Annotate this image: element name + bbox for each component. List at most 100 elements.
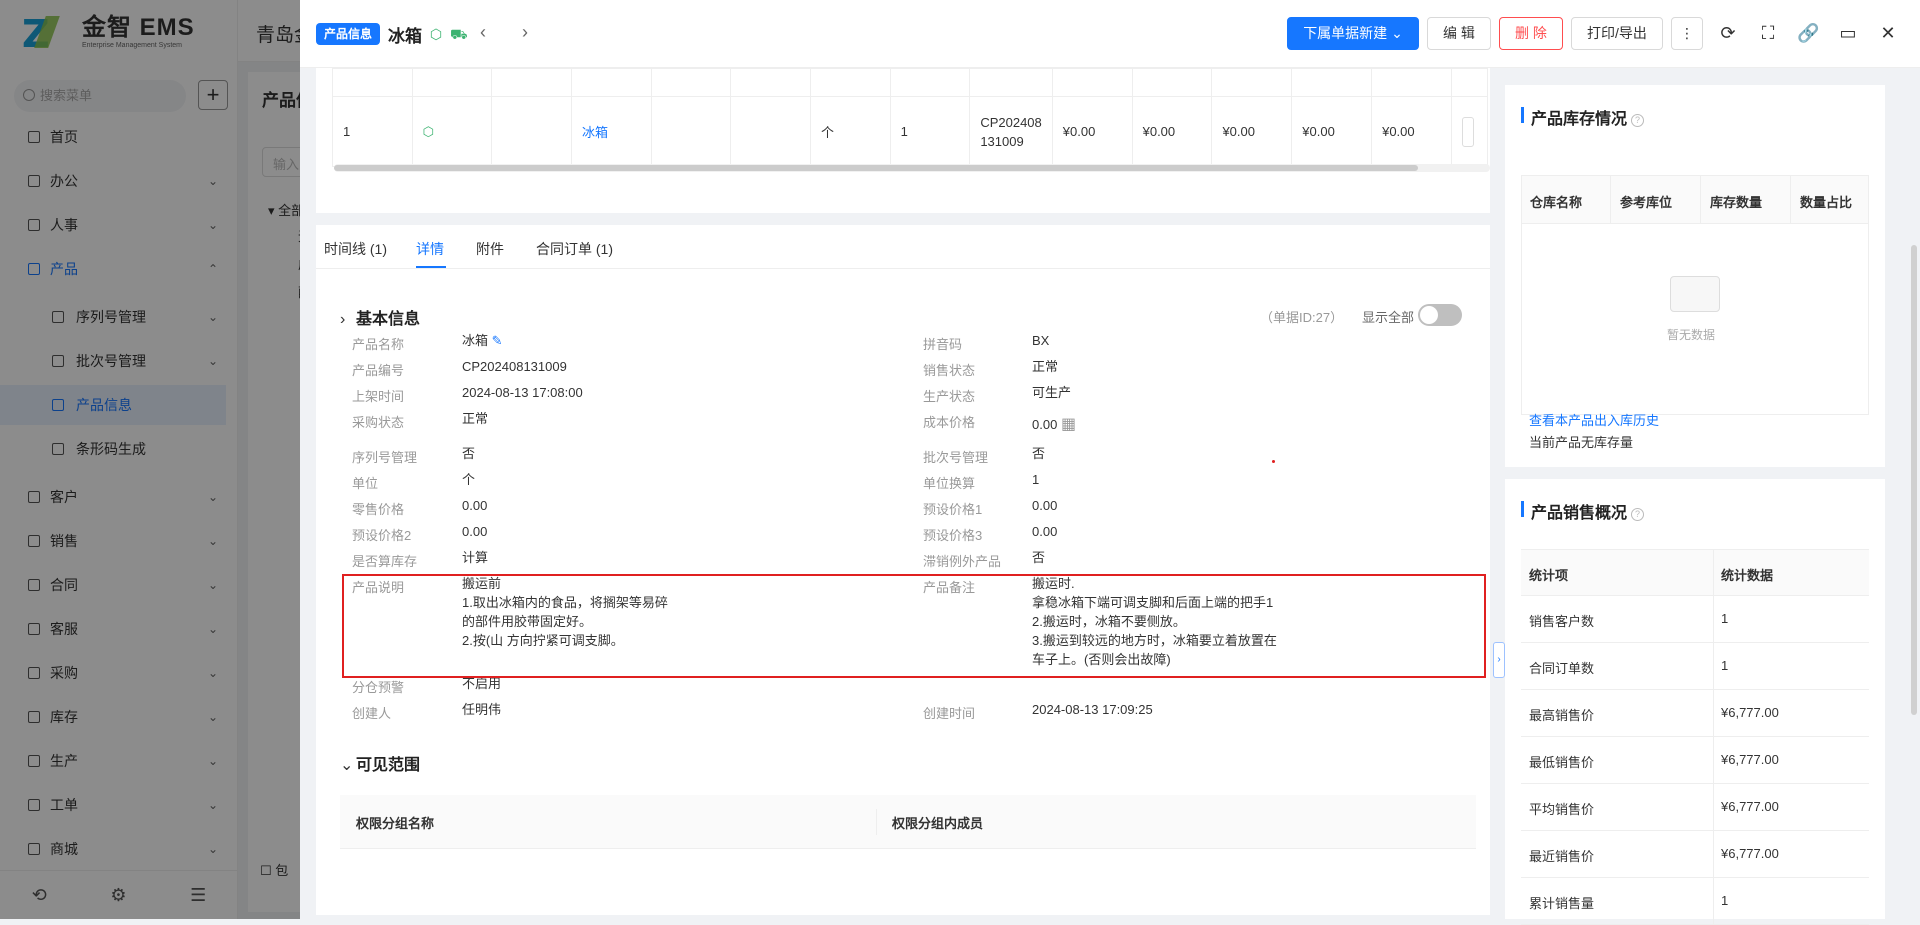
retail-price-value: 0.00 [462, 498, 488, 513]
toggle-knob [1420, 306, 1438, 324]
show-all-toggle[interactable] [1418, 304, 1462, 326]
inventory-history-link[interactable]: 查看本产品出入库历史 [1529, 410, 1659, 429]
field-label: 上架时间 [352, 389, 405, 404]
sales-title: 产品销售概况? [1521, 499, 1645, 523]
field-label: 单位 [352, 476, 379, 491]
unit-conversion-value: 1 [1032, 472, 1040, 487]
field-label: 是否算库存 [352, 554, 418, 569]
cube-icon: ⬡ [411, 96, 493, 167]
more-vertical-icon: ⋮ [1680, 25, 1694, 41]
product-name-value: 冰箱 ✎ [462, 333, 503, 348]
scrollbar-thumb[interactable] [334, 165, 1418, 171]
close-icon[interactable]: ✕ [1877, 22, 1899, 44]
price-cell: ¥0.00 [1371, 96, 1452, 167]
batch-mgmt-value: 否 [1032, 446, 1046, 461]
price-cell: ¥0.00 [1291, 96, 1373, 167]
field-label: 零售价格 [352, 502, 405, 517]
empty-inbox-icon [1670, 276, 1720, 312]
field-label: 批次号管理 [923, 450, 989, 465]
sales-overview-card: 产品销售概况? 统计项 统计数据 销售客户数 1 合同订单数 1 最高销售价 ¥6,7… [1505, 479, 1885, 925]
edit-button[interactable]: 编 辑 [1427, 17, 1491, 50]
help-icon[interactable]: ? [1631, 114, 1645, 127]
price-cell: ¥0.00 [1051, 96, 1133, 167]
chevron-down-icon: ⌄ [1391, 25, 1403, 41]
row-index: 1 [332, 96, 413, 167]
product-code-value: CP202408131009 [462, 359, 567, 374]
detail-card: 时间线 (1) 详情 附件 合同订单 (1) › 基本信息 （单据ID:27） 显… [316, 225, 1490, 915]
horizontal-scrollbar[interactable] [334, 164, 1490, 172]
inventory-card: 产品库存情况? 仓库名称 参考库位 库存数量 数量占比 暂无数据 查看本产品出入… [1505, 85, 1885, 467]
prev-arrow-icon[interactable]: ‹ [480, 22, 486, 43]
drawer-header: 产品信息 冰箱 ⬡ ⛟ ‹ › 下属单据新建 ⌄ 编 辑 删 除 打印/导出 ⋮… [300, 0, 1920, 68]
collapse-side-panel-tab[interactable]: › [1493, 642, 1505, 678]
fullscreen-icon[interactable]: ⛶ [1757, 22, 1779, 44]
doc-type-tag: 产品信息 [316, 23, 381, 45]
chevron-right-icon: › [340, 311, 346, 328]
serial-mgmt-value: 否 [462, 446, 476, 461]
col-stat-item: 统计项 [1529, 568, 1569, 583]
preset-price1-value: 0.00 [1032, 498, 1058, 513]
table-row[interactable]: 1 ⬡ 冰箱 个 1 CP202408 131009 ¥0.00 ¥0.00 ¥0… [332, 96, 1489, 167]
page-title: 冰箱 [388, 27, 422, 46]
scrollbar-thumb[interactable] [1911, 245, 1917, 715]
next-arrow-icon[interactable]: › [522, 22, 528, 43]
product-name-link[interactable]: 冰箱 [571, 96, 652, 167]
calculator-icon[interactable]: ▦ [1061, 416, 1076, 433]
col-warehouse: 仓库名称 [1530, 195, 1583, 210]
table-row: 平均销售价 ¥6,777.00 [1521, 784, 1869, 831]
table-row: 最近销售价 ¥6,777.00 [1521, 831, 1869, 878]
purchase-state-value: 正常 [462, 411, 489, 426]
table-row: 合同订单数 1 [1521, 643, 1869, 690]
stats-header-row: 统计项 统计数据 [1521, 549, 1869, 597]
slow-moving-exception-value: 否 [1032, 550, 1046, 565]
tab-timeline[interactable]: 时间线 (1) [324, 239, 387, 259]
field-label: 销售状态 [923, 363, 976, 378]
unit-cell: 个 [809, 96, 891, 167]
preset-price3-value: 0.00 [1032, 524, 1058, 539]
field-label: 预设价格3 [923, 528, 983, 543]
basic-info-header[interactable]: › 基本信息 [340, 305, 420, 329]
col-group-members: 权限分组内成员 [892, 816, 984, 831]
empty-text: 暂无数据 [1667, 328, 1716, 342]
tab-attachments[interactable]: 附件 [476, 239, 504, 259]
field-label: 预设价格1 [923, 502, 983, 517]
create-time-value: 2024-08-13 17:09:25 [1032, 702, 1153, 717]
preset-price2-value: 0.00 [462, 524, 488, 539]
edit-pencil-icon[interactable]: ✎ [492, 333, 503, 348]
more-menu-button[interactable]: ⋮ [1671, 17, 1703, 50]
field-label: 成本价格 [923, 415, 976, 430]
field-label: 生产状态 [923, 389, 976, 404]
field-label: 预设价格2 [352, 528, 412, 543]
red-dot [1272, 460, 1275, 463]
code-cell: CP202408 131009 [969, 96, 1053, 167]
table-header-row [332, 68, 1489, 97]
field-label: 滞销例外产品 [923, 554, 1002, 569]
col-stat-data: 统计数据 [1721, 568, 1774, 583]
table-row: 累计销售量 1 [1521, 878, 1869, 925]
chevron-down-icon: ⌄ [340, 757, 354, 774]
delete-button[interactable]: 删 除 [1499, 17, 1563, 50]
sub-document-new-button[interactable]: 下属单据新建 ⌄ [1287, 17, 1419, 50]
tab-contract-orders[interactable]: 合同订单 (1) [536, 239, 613, 259]
tab-details[interactable]: 详情 [416, 239, 444, 259]
highlight-box [342, 574, 1486, 678]
link-icon[interactable]: 🔗 [1797, 22, 1819, 44]
layout-icon[interactable]: ▭ [1837, 22, 1859, 44]
show-all-label: 显示全部 [1362, 310, 1415, 325]
field-label: 产品名称 [352, 337, 405, 352]
field-label: 创建时间 [923, 706, 976, 721]
refresh-icon[interactable]: ⟳ [1717, 22, 1739, 44]
field-label: 创建人 [352, 706, 392, 721]
field-label: 拼音码 [923, 337, 963, 352]
help-icon[interactable]: ? [1631, 508, 1645, 521]
no-stock-note: 当前产品无库存量 [1529, 435, 1634, 450]
field-label: 产品编号 [352, 363, 405, 378]
product-detail-drawer: 产品信息 冰箱 ⬡ ⛟ ‹ › 下属单据新建 ⌄ 编 辑 删 除 打印/导出 ⋮… [300, 0, 1920, 925]
creator-value: 任明伟 [462, 702, 502, 717]
inventory-title: 产品库存情况? [1521, 105, 1645, 129]
table-row: 销售客户数 1 [1521, 596, 1869, 643]
visible-scope-header[interactable]: ⌄ 可见范围 [340, 751, 420, 775]
vertical-scrollbar[interactable] [1910, 70, 1918, 916]
items-table: 1 ⬡ 冰箱 个 1 CP202408 131009 ¥0.00 ¥0.00 ¥0… [332, 68, 1489, 167]
print-export-button[interactable]: 打印/导出 [1571, 17, 1663, 50]
